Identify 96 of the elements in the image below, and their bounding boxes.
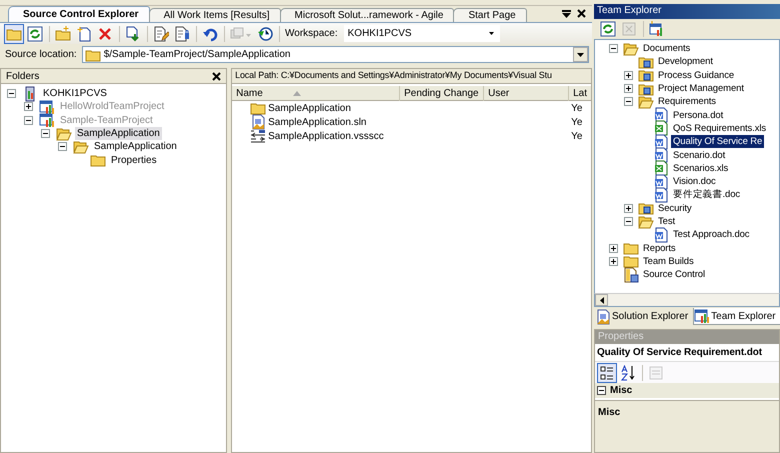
expand-icon[interactable] <box>624 84 633 94</box>
spreadsheet-icon <box>653 160 669 176</box>
column-header[interactable]: User <box>484 86 570 101</box>
collapse-icon[interactable] <box>41 129 50 138</box>
pane-title: Folders <box>6 70 40 82</box>
source-location-label: Source location: <box>5 49 77 60</box>
open-folder-icon <box>623 40 639 57</box>
properties-title: Properties <box>598 331 644 342</box>
project-icon <box>39 112 55 128</box>
document-icon <box>653 186 669 203</box>
document-icon <box>653 107 669 124</box>
tree-item[interactable]: Development <box>656 55 715 68</box>
spreadsheet-icon <box>653 120 669 136</box>
tree-item[interactable]: Scenarios.xls <box>671 162 730 175</box>
panel-tab[interactable]: Solution Explorer <box>594 308 694 325</box>
tree-item[interactable]: Reports <box>641 242 678 255</box>
categorized-button[interactable] <box>597 362 617 382</box>
tree-item[interactable]: Test Approach.doc <box>671 228 752 242</box>
open-folder-icon <box>638 94 654 110</box>
document-tab[interactable]: Source Control Explorer <box>8 6 150 22</box>
collapse-icon[interactable] <box>624 97 633 106</box>
document-icon <box>653 174 669 190</box>
folders-button[interactable] <box>4 24 24 44</box>
binding-file-icon <box>250 128 266 144</box>
dropdown-button[interactable] <box>573 47 588 62</box>
collapse-icon[interactable] <box>624 217 633 226</box>
file-name[interactable]: SampleApplication.vssscc <box>268 130 384 142</box>
tree-item[interactable]: KOHKI1PCVS <box>41 87 109 100</box>
document-icon <box>653 226 669 243</box>
expand-icon[interactable] <box>24 102 33 112</box>
column-header[interactable]: Pending Change <box>400 86 484 101</box>
tree-item[interactable]: SampleApplication <box>75 127 162 140</box>
column-header[interactable]: Name <box>232 86 400 101</box>
file-name[interactable]: SampleApplication <box>268 102 351 114</box>
document-tab[interactable]: Start Page <box>453 8 527 22</box>
dropdown-icon[interactable] <box>562 10 571 18</box>
tree-item[interactable]: QoS Requirements.xls <box>671 122 768 135</box>
expand-icon[interactable] <box>624 70 633 80</box>
scroll-left-button[interactable] <box>595 294 608 306</box>
document-tab[interactable]: All Work Items [Results] <box>148 8 281 22</box>
project-icon <box>694 308 710 324</box>
open-folder-icon <box>73 138 89 155</box>
file-name[interactable]: SampleApplication.sln <box>268 116 366 128</box>
tree-item[interactable]: 要件定義書.doc <box>671 188 742 202</box>
solution-file-icon <box>250 114 266 130</box>
refresh-button[interactable] <box>25 24 45 44</box>
panel-tab[interactable]: Team Explorer <box>693 308 780 325</box>
close-icon[interactable] <box>577 9 586 18</box>
caret-icon <box>488 32 494 35</box>
workspace-label: Workspace: <box>285 28 338 39</box>
collapse-icon[interactable] <box>24 116 33 125</box>
solution-file-icon <box>595 308 611 324</box>
tree-item[interactable]: Quality Of Service Re <box>671 135 764 148</box>
document-icon <box>653 134 669 150</box>
tree-item[interactable]: Test <box>656 215 678 228</box>
tree-item[interactable]: Documents <box>641 42 692 56</box>
table-cell: Ye <box>571 130 582 142</box>
project-icon <box>39 98 55 115</box>
collapse-icon[interactable] <box>597 386 606 395</box>
tree-item[interactable]: Persona.dot <box>671 108 726 122</box>
document-tab[interactable]: Microsoft Solut...ramework - Agile <box>280 8 454 22</box>
tree-item[interactable]: Properties <box>109 154 159 167</box>
expand-icon[interactable] <box>624 204 633 213</box>
source-control-icon <box>623 266 639 283</box>
local-path: Local Path: C:¥Documents and Settings¥Administrator¥My Documents¥Visual Stu <box>232 69 591 84</box>
expand-icon[interactable] <box>609 256 618 266</box>
tree-item[interactable]: Requirements <box>656 95 718 108</box>
workspace-dropdown[interactable]: KOHKI1PCVS <box>344 25 500 42</box>
collapse-icon[interactable] <box>609 44 618 54</box>
table-cell: Ye <box>571 116 582 128</box>
left-arrow-icon <box>600 296 604 304</box>
expand-icon[interactable] <box>609 244 618 253</box>
horizontal-scrollbar[interactable] <box>594 293 780 307</box>
tree-item[interactable]: Process Guidance <box>656 68 736 82</box>
refresh-button[interactable] <box>598 19 618 39</box>
panel-title: Team Explorer <box>597 5 662 16</box>
open-folder-icon <box>56 126 72 142</box>
table-cell: Ye <box>571 102 582 114</box>
column-header[interactable]: Lat <box>569 86 591 101</box>
tree-item[interactable]: Source Control <box>641 268 707 282</box>
open-folder-icon <box>638 214 654 230</box>
object-name: Quality Of Service Requirement.dot <box>595 344 779 361</box>
tree-item[interactable]: Team Builds <box>641 254 696 268</box>
collapse-icon[interactable] <box>58 142 67 152</box>
tree-item[interactable]: Security <box>656 202 694 215</box>
document-icon <box>653 147 669 164</box>
tree-item[interactable]: SampleApplication <box>92 140 179 154</box>
category-label: Misc <box>610 385 632 396</box>
caret-icon <box>577 52 584 56</box>
tree-item[interactable]: Vision.doc <box>671 175 718 188</box>
source-location-field[interactable]: $/Sample-TeamProject/SampleApplication <box>82 46 589 63</box>
close-icon[interactable] <box>212 72 222 80</box>
tree-item[interactable]: Scenario.dot <box>671 148 728 162</box>
description-title: Misc <box>598 407 620 418</box>
tree-item[interactable]: Project Management <box>656 82 746 96</box>
collapse-icon[interactable] <box>7 89 16 98</box>
